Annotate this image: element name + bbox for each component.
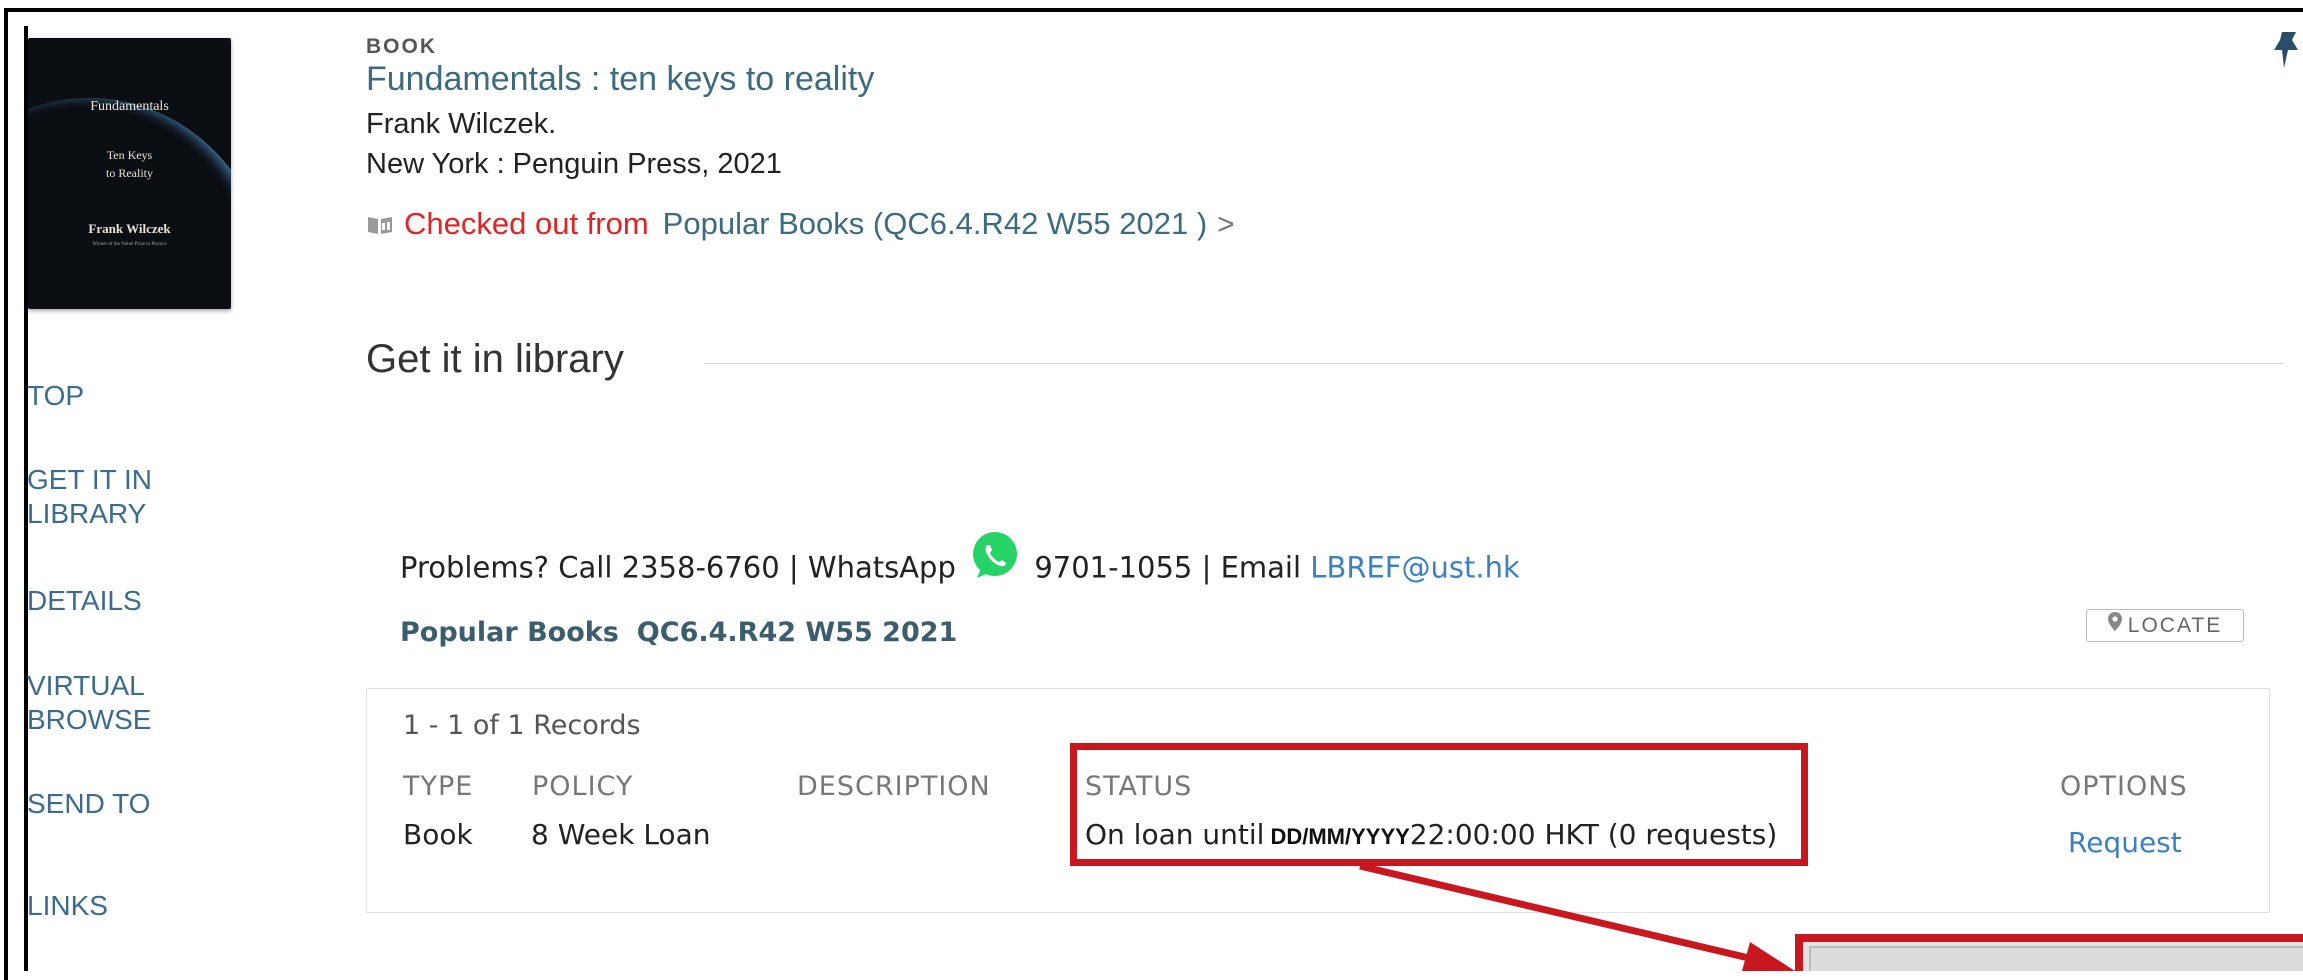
- highlighted-target-content: [1809, 946, 2303, 971]
- annotation-arrow: [1359, 862, 1795, 971]
- highlighted-target-box: [1795, 934, 2303, 971]
